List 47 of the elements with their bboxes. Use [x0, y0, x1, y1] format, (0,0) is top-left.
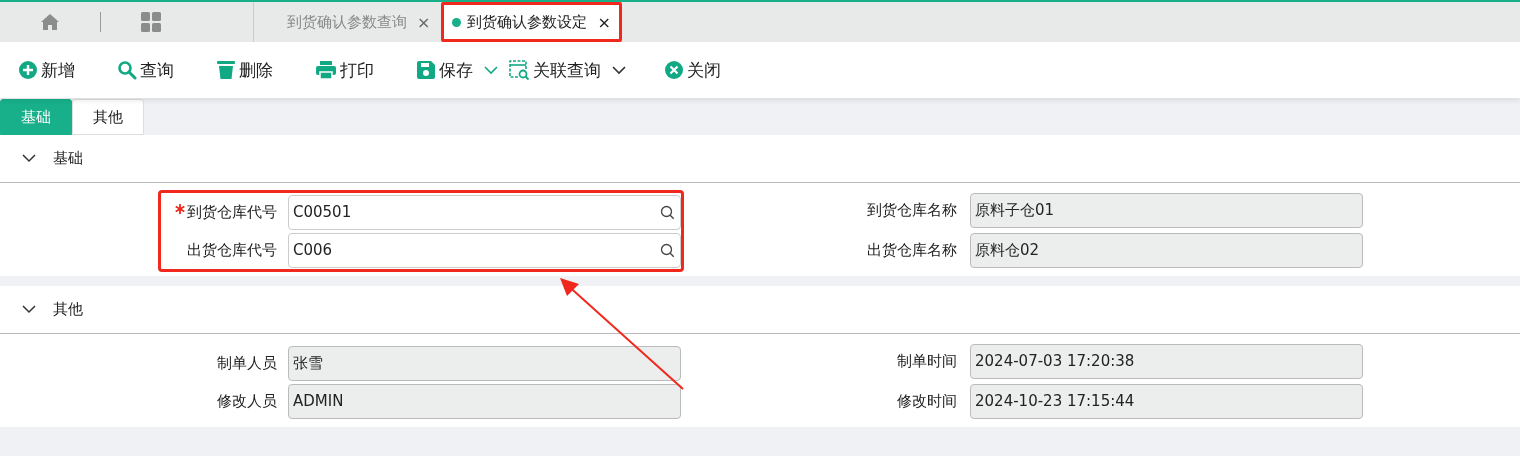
page-tab[interactable]: 到货确认参数查询 × — [276, 2, 442, 42]
field-label: 出货仓库代号 — [186, 240, 278, 260]
chevron-down-icon[interactable] — [22, 305, 36, 314]
window-search-icon — [508, 59, 530, 81]
home-icon — [40, 12, 60, 32]
toolbar-button[interactable]: 关联查询 — [508, 58, 626, 82]
printer-icon — [315, 60, 337, 80]
active-dot — [452, 17, 462, 27]
trash-icon — [216, 60, 236, 80]
tab-label: 到货确认参数查询 — [287, 12, 407, 32]
close-tab-button[interactable]: × — [597, 12, 611, 32]
chevron-down-icon — [612, 65, 626, 75]
field-label: 修改人员 — [216, 391, 278, 411]
field-label: 修改时间 — [896, 391, 958, 411]
section-title: 基础 — [53, 149, 83, 168]
grid-icon — [140, 11, 162, 33]
toolbar-button[interactable]: 删除 — [216, 58, 273, 82]
toolbar-button[interactable]: 保存 — [416, 58, 498, 82]
readonly-field[interactable]: 2024-07-03 17:20:38 — [970, 343, 1363, 379]
toolbar-button[interactable]: 新增 — [18, 58, 75, 82]
search-icon — [660, 204, 675, 220]
toolbar-button[interactable]: 打印 — [315, 58, 374, 82]
chevron-down-icon — [484, 65, 498, 75]
field-label: 到货仓库名称 — [866, 200, 958, 220]
readonly-field[interactable]: 原料仓02 — [970, 232, 1363, 268]
tab-label: 到货确认参数设定 — [467, 12, 588, 32]
search-icon — [117, 60, 137, 80]
form-tab[interactable]: 其他 — [72, 99, 144, 135]
close-icon — [664, 60, 684, 80]
lookup-field[interactable]: C006 — [288, 232, 681, 268]
toolbar-button[interactable]: 查询 — [117, 58, 174, 82]
search-icon — [660, 242, 675, 258]
field-label: 出货仓库名称 — [866, 240, 958, 260]
toolbar-button[interactable]: 关闭 — [664, 58, 721, 82]
close-tab-button[interactable]: × — [417, 12, 431, 32]
lookup-field[interactable]: C00501 — [288, 194, 681, 230]
field-label: 制单时间 — [896, 351, 958, 371]
field-label: 制单人员 — [216, 353, 278, 373]
readonly-field[interactable]: 原料子仓01 — [970, 192, 1363, 228]
readonly-field[interactable]: ADMIN — [288, 383, 681, 419]
field-label: 到货仓库代号 — [161, 202, 288, 222]
page-tab[interactable]: 到货确认参数设定 × — [441, 2, 622, 42]
section-title: 其他 — [53, 300, 83, 319]
chevron-down-icon[interactable] — [22, 154, 36, 163]
plus-circle-icon — [18, 60, 38, 80]
readonly-field[interactable]: 张雪 — [288, 345, 681, 381]
readonly-field[interactable]: 2024-10-23 17:15:44 — [970, 383, 1363, 419]
